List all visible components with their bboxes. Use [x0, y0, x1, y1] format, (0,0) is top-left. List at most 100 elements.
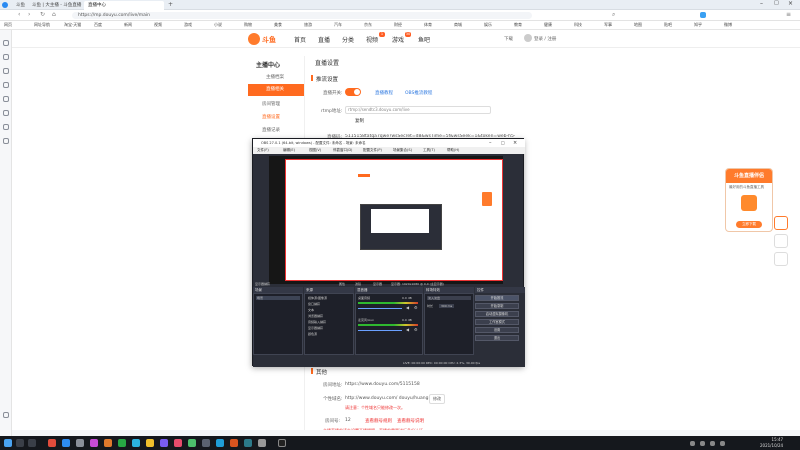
download-link[interactable]: 下载	[504, 36, 513, 42]
obs-menu-tools[interactable]: 工具(T)	[423, 147, 435, 154]
promo-download-button[interactable]: 立即下载	[736, 221, 762, 228]
bookmark-item[interactable]: 游戏	[184, 22, 192, 28]
obs-maximize-icon[interactable]: □	[501, 139, 505, 147]
minimize-window-icon[interactable]: –	[760, 0, 763, 7]
app-icon[interactable]	[244, 439, 252, 447]
bookmark-item[interactable]: 新闻	[124, 22, 132, 28]
bookmark-item[interactable]: 贴吧	[664, 22, 672, 28]
obs-close-icon[interactable]: ×	[513, 139, 517, 147]
bookmark-item[interactable]: 科技	[574, 22, 582, 28]
obs-source-item[interactable]: 颜色源	[308, 332, 317, 336]
new-tab-icon[interactable]: +	[168, 1, 173, 8]
obs-scene-item[interactable]: 场景	[256, 296, 300, 300]
login-link[interactable]: 登录 / 注册	[534, 36, 556, 42]
obs-window[interactable]: OBS 27.0.1 (64-bit, windows) - 配置文件: 未命名…	[252, 138, 525, 367]
obs-source-item[interactable]: 音频输入捕获	[308, 320, 326, 324]
start-icon[interactable]	[4, 439, 12, 447]
obs-source-item[interactable]: 媒体源/图像源	[308, 296, 327, 300]
obs-mixer-dock[interactable]: 桌面音频 0.0 dB ◀ ⚙ 麦克风/Aux 0.0 dB ◀ ⚙	[355, 293, 423, 355]
obs-source-item[interactable]: 文本	[308, 308, 314, 312]
nav-video[interactable]: 视频	[366, 35, 378, 44]
bookmark-item[interactable]: 知乎	[694, 22, 702, 28]
side-menu-room-manage[interactable]: 房间管理	[262, 101, 280, 107]
side-menu-live-settings[interactable]: 直播设置	[262, 114, 280, 120]
home-icon[interactable]: ⌂	[52, 11, 56, 18]
bookmark-item[interactable]: 购物	[244, 22, 252, 28]
obs-minimize-icon[interactable]: –	[489, 139, 492, 147]
obs-source-item[interactable]: 窗口捕获	[308, 302, 320, 306]
obs-transition-select[interactable]: 淡入淡出	[427, 296, 471, 300]
side-share-icon[interactable]	[774, 252, 788, 266]
side-menu-profile[interactable]: 主播档案	[248, 72, 304, 84]
avatar[interactable]	[524, 34, 532, 42]
app-icon[interactable]	[104, 439, 112, 447]
app-icon[interactable]	[132, 439, 140, 447]
side-home-icon[interactable]	[774, 234, 788, 248]
obs-tutorial-link[interactable]: OBS推流教程	[405, 90, 432, 96]
bookmark-item[interactable]: 微博	[724, 22, 732, 28]
bookmark-item[interactable]: 淘宝·天猫	[64, 22, 81, 28]
speaker-icon[interactable]: ◀	[406, 305, 409, 310]
menu-icon[interactable]: ≡	[786, 11, 791, 18]
bookmark-item[interactable]: 财经	[394, 22, 402, 28]
obs-menu-dock[interactable]: 停靠窗口(D)	[333, 147, 352, 154]
obs-filters-button[interactable]: 滤镜	[355, 282, 361, 286]
obs-menu-profile[interactable]: 配置文件(P)	[363, 147, 382, 154]
obs-menu-view[interactable]: 视图(V)	[309, 147, 321, 154]
app-icon[interactable]	[90, 439, 98, 447]
search-icon[interactable]: ⌕	[612, 11, 615, 19]
browser-tab-1[interactable]: 斗鱼	[12, 1, 29, 10]
bookmark-item[interactable]: 小说	[214, 22, 222, 28]
game-icon[interactable]	[3, 110, 9, 116]
note-icon[interactable]	[3, 96, 9, 102]
douyu-logo[interactable]: 斗鱼	[248, 33, 278, 45]
bookmark-item[interactable]: 军事	[604, 22, 612, 28]
obs-source-item[interactable]: 显示器捕获	[308, 326, 323, 330]
bookmark-item[interactable]: 教育	[514, 22, 522, 28]
extension-icon[interactable]	[700, 12, 706, 18]
bookmark-item[interactable]: 视频	[154, 22, 162, 28]
obs-mixer-desktop-slider[interactable]	[358, 308, 402, 309]
favorites-icon[interactable]	[3, 40, 9, 46]
download-icon[interactable]	[3, 82, 9, 88]
nav-category[interactable]: 分类	[342, 35, 354, 44]
forward-icon[interactable]: ›	[28, 11, 30, 18]
settings-gear-icon[interactable]	[3, 412, 9, 418]
close-window-icon[interactable]: ×	[788, 0, 793, 7]
tray-icon[interactable]	[690, 441, 695, 446]
tray-icon[interactable]	[720, 441, 725, 446]
obs-menu-edit[interactable]: 编辑(E)	[283, 147, 295, 154]
side-menu-live-record[interactable]: 直播记录	[262, 127, 280, 133]
side-live-tool-icon[interactable]	[774, 216, 788, 230]
app-icon[interactable]	[48, 439, 56, 447]
bookmark-item[interactable]: 旅游	[304, 22, 312, 28]
search-icon[interactable]	[16, 439, 24, 447]
bookmark-item[interactable]: 网页	[4, 22, 12, 28]
live-tutorial-link[interactable]: 直播教程	[375, 90, 393, 96]
nav-game[interactable]: 游戏	[392, 35, 404, 44]
bookmark-item[interactable]: 体育	[424, 22, 432, 28]
tray-icon[interactable]	[710, 441, 715, 446]
obs-scenes-dock[interactable]: 场景	[253, 293, 303, 355]
bookmark-item[interactable]: 商城	[454, 22, 462, 28]
app-icon[interactable]	[230, 439, 238, 447]
obs-mixer-mic-slider[interactable]	[358, 330, 402, 331]
promo-card[interactable]: 斗鱼直播伴侣 最好用的斗鱼直播工具 立即下载	[725, 168, 773, 232]
gear-icon[interactable]: ⚙	[414, 305, 418, 310]
task-view-icon[interactable]	[28, 439, 36, 447]
obs-start-streaming-button[interactable]: 开始推流	[475, 295, 519, 301]
taskbar-clock[interactable]: 15:47 2021/10/24	[760, 437, 783, 449]
obs-menu-scenes[interactable]: 场景集合(S)	[393, 147, 412, 154]
app-icon[interactable]	[160, 439, 168, 447]
app-icon[interactable]	[118, 439, 126, 447]
nav-yuba[interactable]: 鱼吧	[418, 35, 430, 44]
obs-menu-file[interactable]: 文件(F)	[257, 147, 269, 154]
browser-tab-2[interactable]: 斗鱼 | 大主播 - 斗鱼直播	[28, 1, 85, 10]
bookmark-item[interactable]: 汽车	[334, 22, 342, 28]
app-icon[interactable]	[62, 439, 70, 447]
chat-icon[interactable]	[3, 124, 9, 130]
bookmark-item[interactable]: 健康	[544, 22, 552, 28]
obs-source-item[interactable]: 浏览器捕获	[308, 314, 323, 318]
obs-settings-button[interactable]: 设置	[475, 327, 519, 333]
obs-duration-input[interactable]: 300 ms	[439, 304, 455, 308]
